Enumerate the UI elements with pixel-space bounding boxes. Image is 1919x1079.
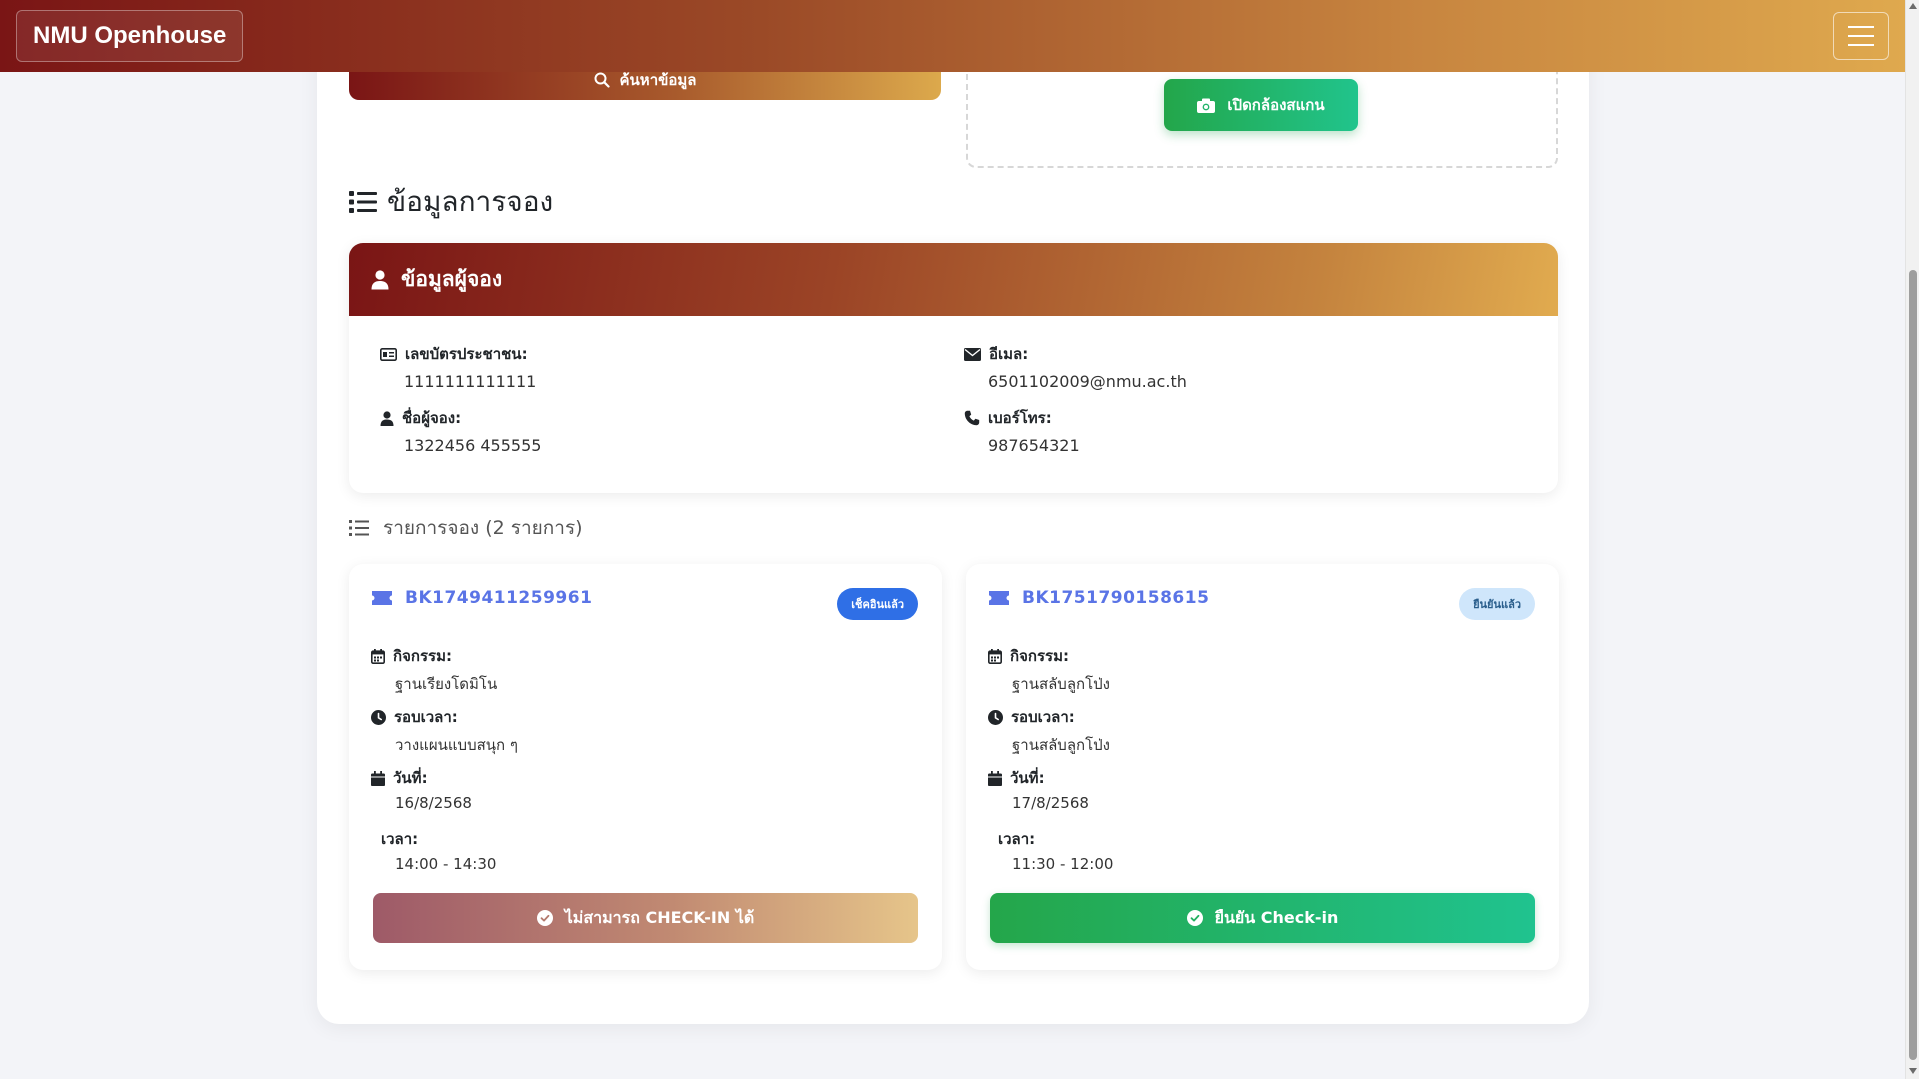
activity-label: กิจกรรม: bbox=[1010, 647, 1069, 665]
phone-info: เบอร์โทร: 987654321 bbox=[964, 406, 1080, 455]
booker-card-header: ข้อมูลผู้จอง bbox=[349, 243, 1558, 316]
booking-code-row: BK1749411259961 bbox=[371, 588, 592, 608]
booking-code: BK1751790158615 bbox=[1022, 588, 1210, 608]
booking-card: BK1751790158615 ยืนยันแล้ว กิจกรรม: ฐานส… bbox=[966, 564, 1559, 970]
activity-value: ฐานสลับลูกโป่ง bbox=[1012, 675, 1110, 693]
email-label: อีเมล: bbox=[989, 345, 1029, 363]
date-value: 17/8/2568 bbox=[1012, 794, 1089, 812]
email-value: 6501102009@nmu.ac.th bbox=[988, 372, 1187, 391]
list-icon bbox=[349, 519, 369, 537]
phone-icon bbox=[964, 410, 980, 426]
user-icon bbox=[371, 269, 389, 290]
activity-value: ฐานเรียงโดมิโน bbox=[395, 675, 498, 693]
round-value: วางแผนแบบสนุก ๆ bbox=[395, 736, 518, 754]
clock-icon bbox=[371, 709, 386, 725]
cannot-check-in-button[interactable]: ไม่สามารถ CHECK-IN ได้ bbox=[373, 893, 918, 943]
hamburger-line bbox=[1848, 35, 1874, 37]
booker-header-text: ข้อมูลผู้จอง bbox=[401, 267, 503, 291]
ticket-icon bbox=[988, 591, 1010, 605]
open-camera-label: เปิดกล้องสแกน bbox=[1227, 96, 1325, 114]
booker-name-info: ชื่อผู้จอง: 1322456 455555 bbox=[380, 406, 541, 455]
round-field: รอบเวลา: วางแผนแบบสนุก ๆ bbox=[371, 705, 518, 757]
time-value: 14:00 - 14:30 bbox=[395, 855, 497, 873]
phone-label: เบอร์โทร: bbox=[988, 409, 1052, 427]
scrollbar-thumb[interactable] bbox=[1909, 270, 1917, 1060]
round-field: รอบเวลา: ฐานสลับลูกโป่ง bbox=[988, 705, 1110, 757]
confirm-check-in-button[interactable]: ยืนยัน Check-in bbox=[990, 893, 1535, 943]
booking-card: BK1749411259961 เช็คอินแล้ว กิจกรรม: ฐาน… bbox=[349, 564, 942, 970]
id-card-icon bbox=[380, 347, 397, 361]
activity-label: กิจกรรม: bbox=[393, 647, 452, 665]
date-label: วันที่: bbox=[1010, 769, 1045, 787]
time-field: เวลา: 11:30 - 12:00 bbox=[998, 827, 1113, 873]
envelope-icon bbox=[964, 347, 981, 361]
calendar-icon bbox=[988, 770, 1002, 786]
ticket-icon bbox=[371, 591, 393, 605]
bookings-list-title: รายการจอง (2 รายการ) bbox=[349, 512, 583, 544]
date-field: วันที่: 17/8/2568 bbox=[988, 766, 1089, 812]
booker-name-value: 1322456 455555 bbox=[404, 436, 542, 455]
booking-code-row: BK1751790158615 bbox=[988, 588, 1209, 608]
scroll-up-icon[interactable] bbox=[1909, 3, 1917, 9]
time-label: เวลา: bbox=[381, 830, 419, 848]
page-scrollbar[interactable] bbox=[1905, 0, 1919, 1079]
booker-name-label: ชื่อผู้จอง: bbox=[402, 409, 462, 427]
cannot-check-in-label: ไม่สามารถ CHECK-IN ได้ bbox=[564, 907, 755, 927]
round-label: รอบเวลา: bbox=[394, 708, 458, 726]
calendar-icon bbox=[988, 648, 1002, 664]
booking-code: BK1749411259961 bbox=[405, 588, 593, 608]
scroll-down-icon[interactable] bbox=[1909, 1068, 1917, 1074]
date-field: วันที่: 16/8/2568 bbox=[371, 766, 472, 812]
booker-info-card: ข้อมูลผู้จอง เลขบัตรประชาชน: 11111111111… bbox=[349, 243, 1558, 493]
time-field: เวลา: 14:00 - 14:30 bbox=[381, 827, 496, 873]
hamburger-line bbox=[1848, 44, 1874, 46]
id-card-value: 1111111111111 bbox=[404, 372, 537, 391]
status-badge: ยืนยันแล้ว bbox=[1459, 588, 1535, 620]
search-icon bbox=[594, 72, 610, 88]
activity-field: กิจกรรม: ฐานเรียงโดมิโน bbox=[371, 644, 497, 696]
phone-value: 987654321 bbox=[988, 436, 1080, 455]
booking-info-title: ข้อมูลการจอง bbox=[349, 182, 553, 222]
open-camera-button[interactable]: เปิดกล้องสแกน bbox=[1164, 79, 1358, 131]
camera-icon bbox=[1197, 98, 1216, 113]
person-icon bbox=[380, 410, 394, 426]
list-icon bbox=[349, 190, 377, 214]
time-value: 11:30 - 12:00 bbox=[1012, 855, 1114, 873]
bookings-title-text: รายการจอง (2 รายการ) bbox=[383, 517, 583, 539]
check-circle-icon bbox=[1186, 910, 1203, 926]
email-info: อีเมล: 6501102009@nmu.ac.th bbox=[964, 342, 1187, 391]
round-value: ฐานสลับลูกโป่ง bbox=[1012, 736, 1110, 754]
check-circle-icon bbox=[536, 910, 553, 926]
date-label: วันที่: bbox=[393, 769, 428, 787]
menu-toggle-button[interactable] bbox=[1833, 12, 1889, 60]
time-label: เวลา: bbox=[998, 830, 1036, 848]
top-navbar: NMU Openhouse bbox=[0, 0, 1905, 72]
id-card-label: เลขบัตรประชาชน: bbox=[405, 345, 528, 363]
date-value: 16/8/2568 bbox=[395, 794, 472, 812]
hamburger-icon bbox=[1848, 26, 1874, 28]
brand-logo[interactable]: NMU Openhouse bbox=[16, 10, 244, 62]
clock-icon bbox=[988, 709, 1003, 725]
calendar-icon bbox=[371, 648, 385, 664]
status-badge: เช็คอินแล้ว bbox=[837, 588, 918, 620]
confirm-check-in-label: ยืนยัน Check-in bbox=[1214, 907, 1339, 927]
id-card-info: เลขบัตรประชาชน: 1111111111111 bbox=[380, 342, 536, 391]
activity-field: กิจกรรม: ฐานสลับลูกโป่ง bbox=[988, 644, 1110, 696]
calendar-icon bbox=[371, 770, 385, 786]
section-title-text: ข้อมูลการจอง bbox=[387, 185, 554, 218]
round-label: รอบเวลา: bbox=[1011, 708, 1075, 726]
